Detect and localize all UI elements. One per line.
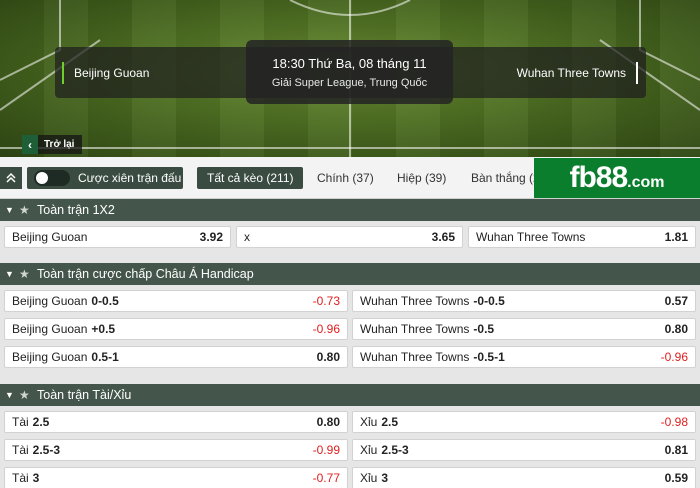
selection-name: Xỉu [360,443,378,457]
caret-down-icon: ▼ [5,205,14,215]
selection-name: Xỉu [360,415,378,429]
chevron-left-icon: ‹ [22,135,38,154]
home-team-name: Beijing Guoan [62,62,149,84]
selection-name: Tài [12,443,29,457]
match-league: Giải Super League, Trung Quốc [271,77,428,89]
combo-bet-toggle[interactable]: Cược xiên trận đấu [27,167,183,189]
handicap-line: 0.5-1 [91,350,119,364]
selection-name: Beijing Guoan [12,322,88,336]
handicap-line: 3 [381,471,389,485]
star-icon[interactable]: ★ [19,388,33,402]
caret-down-icon: ▼ [5,269,14,279]
section-title: Toàn trận 1X2 [37,203,115,217]
tab-main[interactable]: Chính (37) [317,167,374,189]
odds-value: -0.96 [660,350,688,364]
section-header-over-under[interactable]: ▼ ★ Toàn trận Tài/Xỉu [0,384,700,406]
odds-value: 0.59 [664,471,688,485]
selection-name: Wuhan Three Towns [476,230,586,244]
odds-cell[interactable]: Wuhan Three Towns -0.5 0.80 [352,318,696,340]
odds-value: -0.99 [312,443,340,457]
odds-cell[interactable]: Xỉu 3 0.59 [352,467,696,488]
odds-value: -0.98 [660,415,688,429]
odds-value: 0.81 [664,443,688,457]
away-team-name: Wuhan Three Towns [517,62,638,84]
star-icon[interactable]: ★ [19,267,33,281]
odds-value: 0.57 [664,294,688,308]
section-title: Toàn trận Tài/Xỉu [37,388,132,402]
handicap-line: 2.5 [381,415,399,429]
odds-cell[interactable]: Wuhan Three Towns 1.81 [468,226,696,248]
odds-value: -0.73 [312,294,340,308]
odds-cell[interactable]: Beijing Guoan 0-0.5 -0.73 [4,290,348,312]
odds-cell[interactable]: x 3.65 [236,226,463,248]
handicap-line: 3 [32,471,40,485]
handicap-line: 2.5-3 [381,443,409,457]
selection-name: Beijing Guoan [12,294,88,308]
back-label: Trở lại [44,139,75,150]
odds-value: 0.80 [316,415,340,429]
selection-name: Tài [12,415,29,429]
selection-name: Xỉu [360,471,378,485]
selection-name: Tài [12,471,29,485]
handicap-line: -0.5 [473,322,495,336]
odds-cell[interactable]: Beijing Guoan +0.5 -0.96 [4,318,348,340]
brand-logo: fb88.com [534,158,700,198]
handicap-line: 0-0.5 [91,294,119,308]
section-header-handicap[interactable]: ▼ ★ Toàn trận cược chấp Châu Á Handicap [0,263,700,285]
handicap-line: +0.5 [91,322,116,336]
odds-cell[interactable]: Wuhan Three Towns -0-0.5 0.57 [352,290,696,312]
combo-toggle-label: Cược xiên trận đấu [78,171,182,185]
odds-value: -0.96 [312,322,340,336]
handicap-line: 2.5-3 [32,443,61,457]
selection-name: x [244,230,250,244]
odds-cell[interactable]: Beijing Guoan 0.5-1 0.80 [4,346,348,368]
odds-cell[interactable]: Xỉu 2.5 -0.98 [352,411,696,433]
double-chevron-up-icon[interactable] [0,167,22,189]
match-hero: Beijing Guoan Wuhan Three Towns 18:30 Th… [0,0,700,157]
selection-name: Beijing Guoan [12,350,88,364]
match-schedule-box: 18:30 Thứ Ba, 08 tháng 11 Giải Super Lea… [246,40,453,104]
star-icon[interactable]: ★ [19,203,33,217]
odds-value: -0.77 [312,471,340,485]
odds-value: 0.80 [664,322,688,336]
tab-goals[interactable]: Bàn thắng (2 [471,167,540,189]
handicap-line: -0.5-1 [473,350,505,364]
tab-all-markets[interactable]: Tất cả kèo (211) [197,167,304,189]
odds-cell[interactable]: Tài 3 -0.77 [4,467,348,488]
selection-name: Beijing Guoan [12,230,88,244]
odds-value: 1.81 [664,230,688,244]
odds-cell[interactable]: Wuhan Three Towns -0.5-1 -0.96 [352,346,696,368]
match-datetime: 18:30 Thứ Ba, 08 tháng 11 [272,56,427,71]
toggle-switch[interactable] [34,170,70,186]
odds-cell[interactable]: Xỉu 2.5-3 0.81 [352,439,696,461]
selection-name: Wuhan Three Towns [360,350,470,364]
handicap-line: 2.5 [32,415,50,429]
back-button[interactable]: ‹ Trở lại [22,135,83,154]
selection-name: Wuhan Three Towns [360,322,470,336]
section-header-1x2[interactable]: ▼ ★ Toàn trận 1X2 [0,199,700,221]
odds-value: 3.65 [431,230,455,244]
handicap-line: -0-0.5 [473,294,505,308]
odds-value: 3.92 [199,230,223,244]
section-title: Toàn trận cược chấp Châu Á Handicap [37,267,254,281]
odds-cell[interactable]: Beijing Guoan 3.92 [4,226,231,248]
caret-down-icon: ▼ [5,390,14,400]
tab-half[interactable]: Hiệp (39) [397,167,446,189]
odds-value: 0.80 [316,350,340,364]
odds-cell[interactable]: Tài 2.5-3 -0.99 [4,439,348,461]
selection-name: Wuhan Three Towns [360,294,470,308]
odds-cell[interactable]: Tài 2.5 0.80 [4,411,348,433]
